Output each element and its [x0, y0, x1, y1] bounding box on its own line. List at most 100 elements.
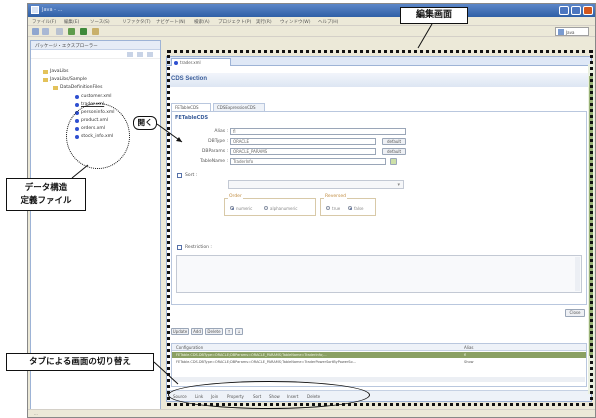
folder-icon: [43, 77, 48, 82]
dbparams-input[interactable]: ORACLE_PARAMS: [230, 148, 376, 155]
order-alphanumeric-label: alphanumeric: [270, 206, 298, 211]
dbparams-default-button[interactable]: default: [382, 148, 406, 155]
status-bar: ...: [28, 409, 595, 417]
section-header: CDS Section: [167, 73, 591, 87]
alias-input[interactable]: fl: [230, 128, 406, 135]
menu-edit[interactable]: 編集(E): [64, 19, 79, 25]
update-button[interactable]: Update: [171, 328, 189, 335]
file-icon: [75, 94, 79, 99]
title-bar: Java - ...: [28, 4, 595, 17]
restriction-label: Restriction :: [185, 245, 212, 250]
explorer-header: パッケージ・エクスプローラー: [31, 41, 160, 50]
java-perspective-icon: [558, 29, 564, 35]
tree-item-project[interactable]: JavaLibs: [43, 69, 68, 75]
dbtype-input[interactable]: ORACLE: [230, 138, 376, 145]
view-menu-icon[interactable]: [147, 52, 153, 57]
perspective-switcher[interactable]: Java: [555, 27, 589, 36]
callout-data-file-line2: 定義ファイル: [20, 196, 72, 206]
reversed-label: Reversed: [324, 194, 347, 199]
tree-item-project-sample[interactable]: JavaLibs/Sample: [43, 77, 87, 83]
menu-run[interactable]: 実行(R): [256, 19, 272, 25]
section-title: CDS Section: [171, 76, 208, 82]
menu-refactor[interactable]: リファクタ(T): [122, 19, 151, 25]
row-configuration: FETable.CDS.DBType=ORACLE;DBParams=ORACL…: [176, 360, 356, 364]
order-label: Order: [228, 194, 243, 199]
menu-navigate[interactable]: ナビゲート(N): [156, 19, 185, 25]
add-button[interactable]: Add: [191, 328, 203, 335]
close-button[interactable]: Close: [565, 309, 585, 317]
toolbar: Java: [28, 26, 595, 37]
restriction-scrollbar[interactable]: [575, 257, 580, 291]
order-numeric-radio[interactable]: [230, 206, 234, 210]
save-icon[interactable]: [42, 28, 49, 35]
menu-window[interactable]: ウィンドウ(W): [280, 19, 310, 25]
open-type-icon[interactable]: [92, 28, 99, 35]
callout-open: 開く: [133, 116, 157, 130]
status-text: ...: [34, 411, 38, 416]
reversed-false-label: false: [354, 206, 364, 211]
collapse-all-icon[interactable]: [127, 52, 133, 57]
inner-tab-bar: FETableCDS CDSExpressionCDS: [171, 103, 311, 111]
table-row[interactable]: FETable.CDS.DBType=ORACLE;DBParams=ORACL…: [172, 352, 586, 358]
file-icon: [75, 102, 79, 107]
tab-fetablecds[interactable]: FETableCDS: [171, 103, 211, 111]
table-picker-icon[interactable]: [390, 158, 397, 165]
debug-icon[interactable]: [68, 28, 75, 35]
table-header: Configuration Alias: [172, 344, 586, 351]
editor-vertical-scrollbar[interactable]: [588, 64, 594, 394]
dbtype-default-button[interactable]: default: [382, 138, 406, 145]
tab-switch-highlight: [168, 381, 370, 409]
menu-project[interactable]: プロジェクト(P): [218, 19, 251, 25]
reversed-true-label: true: [332, 206, 341, 211]
reversed-false-radio[interactable]: [348, 206, 352, 210]
menu-search[interactable]: 検索(A): [194, 19, 210, 25]
callout-data-file-line1: データ構造: [24, 183, 68, 193]
menu-file[interactable]: ファイル(F): [32, 19, 56, 25]
tablename-input[interactable]: TraderInfo: [230, 158, 386, 165]
data-file-highlight: [66, 103, 130, 169]
tab-cdsexpressioncds[interactable]: CDSExpressionCDS: [213, 103, 265, 111]
callout-tab-switch: タブによる画面の切り替え: [6, 353, 154, 371]
row-configuration: FETable.CDS.DBType=ORACLE;DBParams=ORACL…: [176, 353, 327, 357]
tablename-label: TableName :: [200, 159, 228, 164]
link-editor-icon[interactable]: [137, 52, 143, 57]
editor-tab[interactable]: trader.xml: [171, 58, 231, 66]
close-window-button[interactable]: [583, 6, 593, 15]
sort-checkbox[interactable]: [177, 173, 182, 178]
table-row[interactable]: FETable.CDS.DBType=ORACLE;DBParams=ORACL…: [172, 359, 586, 366]
restriction-textarea[interactable]: [176, 255, 582, 293]
minimize-button[interactable]: [559, 6, 569, 15]
menu-source[interactable]: ソース(S): [90, 19, 110, 25]
editor-tab-label: trader.xml: [180, 60, 201, 65]
editor-area: trader.xml CDS Section FETableCDS CDSExp…: [166, 56, 592, 402]
new-icon[interactable]: [32, 28, 39, 35]
sort-combo[interactable]: ▾: [228, 180, 404, 189]
menu-help[interactable]: ヘルプ(H): [318, 19, 338, 25]
sort-label: Sort :: [185, 173, 198, 178]
alias-label: Alias :: [214, 129, 228, 134]
run-icon[interactable]: [80, 28, 87, 35]
explorer-toolbar: [31, 50, 160, 59]
folder-icon: [43, 69, 48, 74]
order-alphanumeric-radio[interactable]: [264, 206, 268, 210]
perspective-label: Java: [566, 30, 575, 35]
move-down-button[interactable]: ↓: [235, 328, 243, 335]
tree-item-folder[interactable]: DataDefinitionFiles: [53, 85, 102, 91]
app-icon: [31, 6, 39, 14]
tree-item-file[interactable]: customer.xml: [75, 94, 112, 100]
window-title: Java - ...: [42, 7, 63, 13]
callout-edit-screen: 編集画面: [400, 7, 468, 24]
maximize-button[interactable]: [571, 6, 581, 15]
scrollbar-thumb[interactable]: [589, 76, 593, 356]
editor-tab-bar: trader.xml: [167, 57, 591, 66]
column-alias: Alias: [464, 345, 474, 350]
order-numeric-label: numeric: [236, 206, 253, 211]
move-up-button[interactable]: ↑: [225, 328, 233, 335]
menu-bar: ファイル(F) 編集(E) ソース(S) リファクタ(T) ナビゲート(N) 検…: [28, 17, 595, 26]
delete-button[interactable]: Delete: [205, 328, 223, 335]
folder-icon: [53, 85, 58, 90]
restriction-checkbox[interactable]: [177, 245, 182, 250]
callout-data-file: データ構造 定義ファイル: [6, 178, 86, 211]
print-icon[interactable]: [56, 28, 63, 35]
reversed-true-radio[interactable]: [326, 206, 330, 210]
